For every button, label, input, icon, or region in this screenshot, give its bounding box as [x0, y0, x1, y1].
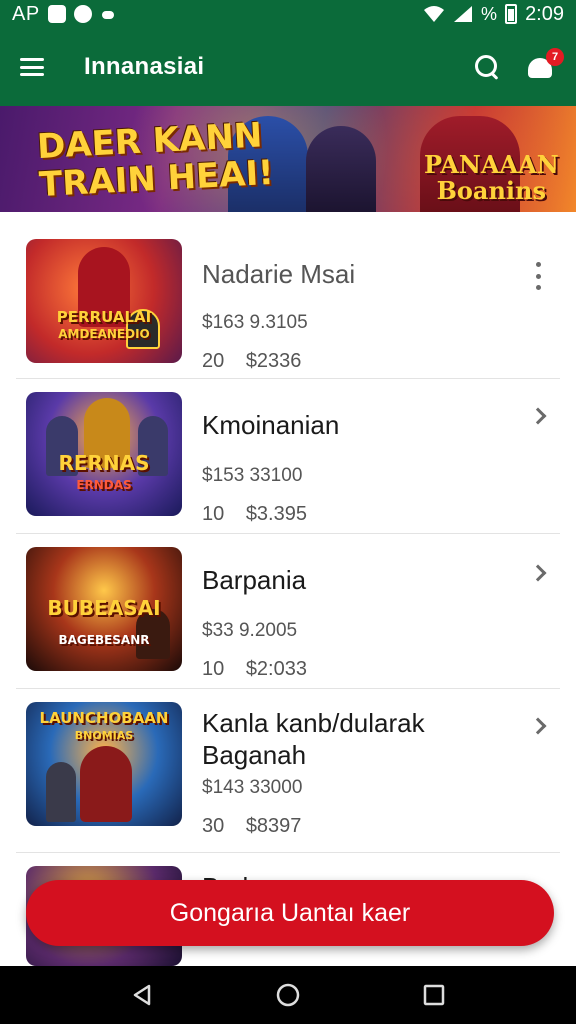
- chevron-right-icon[interactable]: [529, 407, 547, 425]
- banner-sub-line2: Boanins: [436, 176, 547, 205]
- status-bar: AP % 2:09: [0, 0, 576, 28]
- thumbnail-label: LAUNCHOBAAN BNOMIAS: [39, 709, 169, 743]
- item-amount: $3.395: [245, 503, 307, 525]
- item-thumbnail: BUBEASAI BAGEBESANR: [26, 547, 182, 671]
- item-thumbnail: RERNAS ERNDAS: [26, 392, 182, 516]
- app-bar: Innanasiai 7: [0, 28, 576, 106]
- thumbnail-label: RERNAS ERNDAS: [58, 451, 150, 492]
- clock: 2:09: [525, 2, 564, 25]
- more-options-icon[interactable]: [536, 262, 542, 290]
- item-title: Barpania: [202, 565, 307, 595]
- item-quantity: 10: [202, 658, 225, 680]
- item-title: Nadarie Msai: [202, 259, 356, 289]
- item-thumbnail: PERRUALAI AMDEANEDIO: [26, 239, 182, 363]
- cloud-icon: [100, 5, 118, 23]
- back-icon[interactable]: [130, 983, 154, 1007]
- status-right: % 2:09: [423, 3, 564, 26]
- item-meta: 10 $2:033: [202, 658, 307, 681]
- thumbnail-label: BUBEASAI: [47, 596, 161, 620]
- list-item[interactable]: PERRUALAI AMDEANEDIO Nadarie Msai $163 9…: [16, 224, 560, 379]
- thumbnail-label: PERRUALAI AMDEANEDIO: [56, 308, 152, 342]
- item-title: Kanla kanb/dularak Baganah: [202, 708, 425, 770]
- item-title: Kmoinanian: [202, 410, 340, 440]
- item-meta: 30 $8397: [202, 815, 301, 838]
- heart-icon: [73, 5, 92, 23]
- app-actions: 7: [474, 48, 564, 82]
- item-price: $153 33100: [202, 465, 303, 486]
- thumbnail-figure: [80, 746, 132, 822]
- battery-icon: [505, 4, 518, 24]
- primary-action-button[interactable]: Gongarıa Uantaı kaer: [26, 880, 554, 946]
- notifications-button[interactable]: 7: [526, 48, 564, 82]
- list-item[interactable]: BUBEASAI BAGEBESANR Barpania $33 9.2005 …: [16, 534, 560, 689]
- item-price: $33 9.2005: [202, 620, 298, 641]
- carrier-text: AP: [12, 2, 40, 25]
- item-quantity: 30: [202, 815, 225, 837]
- thumbnail-figure: [46, 762, 76, 822]
- wifi-icon: [424, 6, 445, 22]
- system-nav-bar: [0, 966, 576, 1024]
- list-item[interactable]: RERNAS ERNDAS Kmoinanian $153 33100 10 $…: [16, 379, 560, 534]
- banner-sub-line1: PANAAAN: [424, 150, 559, 179]
- signal-icon: [454, 6, 473, 22]
- item-price: $163 9.3105: [202, 312, 308, 333]
- chevron-right-icon[interactable]: [529, 717, 547, 735]
- banner-subtitle: PANAAAN Boanins: [424, 152, 559, 204]
- home-icon[interactable]: [275, 982, 301, 1008]
- item-amount: $2:033: [245, 658, 307, 680]
- item-thumbnail: LAUNCHOBAAN BNOMIAS: [26, 702, 182, 826]
- notification-badge: 7: [546, 48, 564, 66]
- item-meta: 10 $3.395: [202, 503, 307, 526]
- item-quantity: 10: [202, 503, 225, 525]
- page-title: Innanasiai: [84, 53, 205, 80]
- item-amount: $8397: [245, 815, 302, 837]
- chevron-right-icon[interactable]: [529, 564, 547, 582]
- thumbnail-sub-label: BAGEBESANR: [58, 633, 150, 647]
- banner-title: DAER KANN TRAIN HEAI!: [36, 115, 275, 205]
- item-price: $143 33000: [202, 777, 303, 798]
- network-text: %: [481, 3, 498, 24]
- item-amount: $2336: [245, 350, 302, 372]
- banner-character-2: [306, 126, 376, 212]
- list-item[interactable]: LAUNCHOBAAN BNOMIAS Kanla kanb/dularak B…: [16, 689, 560, 853]
- promo-banner[interactable]: DAER KANN TRAIN HEAI! PANAAAN Boanins: [0, 106, 576, 212]
- item-quantity: 20: [202, 350, 225, 372]
- status-left: AP: [12, 3, 118, 26]
- recent-apps-icon[interactable]: [422, 983, 446, 1007]
- search-icon[interactable]: [474, 54, 500, 80]
- item-meta: 20 $2336: [202, 350, 301, 373]
- menu-icon[interactable]: [20, 58, 44, 76]
- app-d-icon: [47, 5, 66, 23]
